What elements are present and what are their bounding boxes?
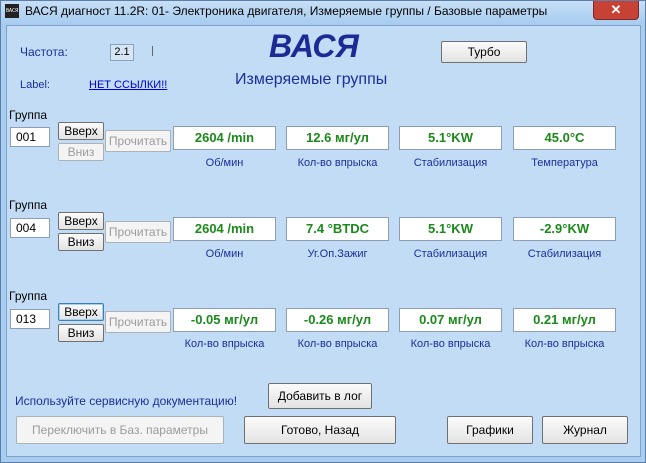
page-subtitle: Измеряемые группы bbox=[235, 71, 388, 88]
value-field: 2604 /min bbox=[173, 126, 276, 150]
main-window: ВАСЯ ВАСЯ диагност 11.2R: 01- Электроник… bbox=[0, 0, 646, 463]
value-field: 0.07 мг/ул bbox=[399, 308, 502, 332]
group-down-button[interactable]: Вниз bbox=[58, 143, 104, 161]
value-caption: Стабилизация bbox=[527, 248, 602, 260]
value-field: 12.6 мг/ул bbox=[286, 126, 389, 150]
group-up-button[interactable]: Вверх bbox=[58, 212, 104, 230]
value-caption: Уг.Оп.Зажиг bbox=[307, 248, 368, 260]
window-title: ВАСЯ диагност 11.2R: 01- Электроника дви… bbox=[25, 4, 548, 18]
value-caption: Стабилизация bbox=[413, 248, 488, 260]
label-label: Label: bbox=[20, 79, 50, 91]
value-caption: Об/мин bbox=[205, 248, 244, 260]
freq-label: Частота: bbox=[20, 45, 68, 59]
group-number-input[interactable]: 004 bbox=[10, 218, 50, 238]
done-back-button[interactable]: Готово, Назад bbox=[244, 416, 396, 444]
group-read-button[interactable]: Прочитать bbox=[105, 130, 171, 152]
journal-button[interactable]: Журнал bbox=[542, 416, 628, 444]
group-read-button[interactable]: Прочитать bbox=[105, 311, 171, 333]
group-down-button[interactable]: Вниз bbox=[58, 324, 104, 342]
group-number-input[interactable]: 001 bbox=[10, 127, 50, 147]
switch-basic-params-button[interactable]: Переключить в Баз. параметры bbox=[16, 416, 224, 444]
value-field: 0.21 мг/ул bbox=[513, 308, 616, 332]
group-label: Группа bbox=[9, 289, 48, 303]
graphs-button[interactable]: Графики bbox=[447, 416, 533, 444]
value-field: -0.05 мг/ул bbox=[173, 308, 276, 332]
title-bar[interactable]: ВАСЯ ВАСЯ диагност 11.2R: 01- Электроник… bbox=[1, 1, 645, 23]
freq-indicator bbox=[152, 46, 153, 56]
label-link[interactable]: НЕТ ССЫЛКИ!! bbox=[89, 79, 167, 91]
add-to-log-button[interactable]: Добавить в лог bbox=[268, 383, 372, 409]
value-caption: Стабилизация bbox=[413, 157, 488, 169]
value-field: 5.1°KW bbox=[399, 217, 502, 241]
value-field: 5.1°KW bbox=[399, 126, 502, 150]
value-field: 45.0°C bbox=[513, 126, 616, 150]
value-caption: Об/мин bbox=[205, 157, 244, 169]
group-read-button[interactable]: Прочитать bbox=[105, 221, 171, 243]
value-caption: Кол-во впрыска bbox=[297, 157, 378, 169]
group-label: Группа bbox=[9, 198, 48, 212]
group-number-input[interactable]: 013 bbox=[10, 309, 50, 329]
value-caption: Кол-во впрыска bbox=[297, 338, 378, 350]
app-icon: ВАСЯ bbox=[5, 4, 19, 18]
freq-value: 2.1 bbox=[110, 44, 134, 61]
app-logo: ВАСЯ bbox=[269, 28, 359, 64]
value-field: 2604 /min bbox=[173, 217, 276, 241]
client-area: Частота: 2.1 Label: НЕТ ССЫЛКИ!! ВАСЯ Из… bbox=[6, 25, 641, 457]
value-field: 7.4 °BTDC bbox=[286, 217, 389, 241]
close-button[interactable]: ✕ bbox=[593, 1, 639, 20]
group-label: Группа bbox=[9, 108, 48, 122]
value-caption: Кол-во впрыска bbox=[410, 338, 491, 350]
service-doc-hint: Используйте сервисную документацию! bbox=[15, 394, 238, 408]
group-up-button[interactable]: Вверх bbox=[58, 122, 104, 140]
group-down-button[interactable]: Вниз bbox=[58, 233, 104, 251]
value-field: -2.9°KW bbox=[513, 217, 616, 241]
value-caption: Кол-во впрыска bbox=[184, 338, 265, 350]
value-field: -0.26 мг/ул bbox=[286, 308, 389, 332]
group-up-button[interactable]: Вверх bbox=[58, 303, 104, 321]
value-caption: Кол-во впрыска bbox=[524, 338, 605, 350]
value-caption: Температура bbox=[531, 157, 598, 169]
turbo-button[interactable]: Турбо bbox=[441, 41, 527, 63]
